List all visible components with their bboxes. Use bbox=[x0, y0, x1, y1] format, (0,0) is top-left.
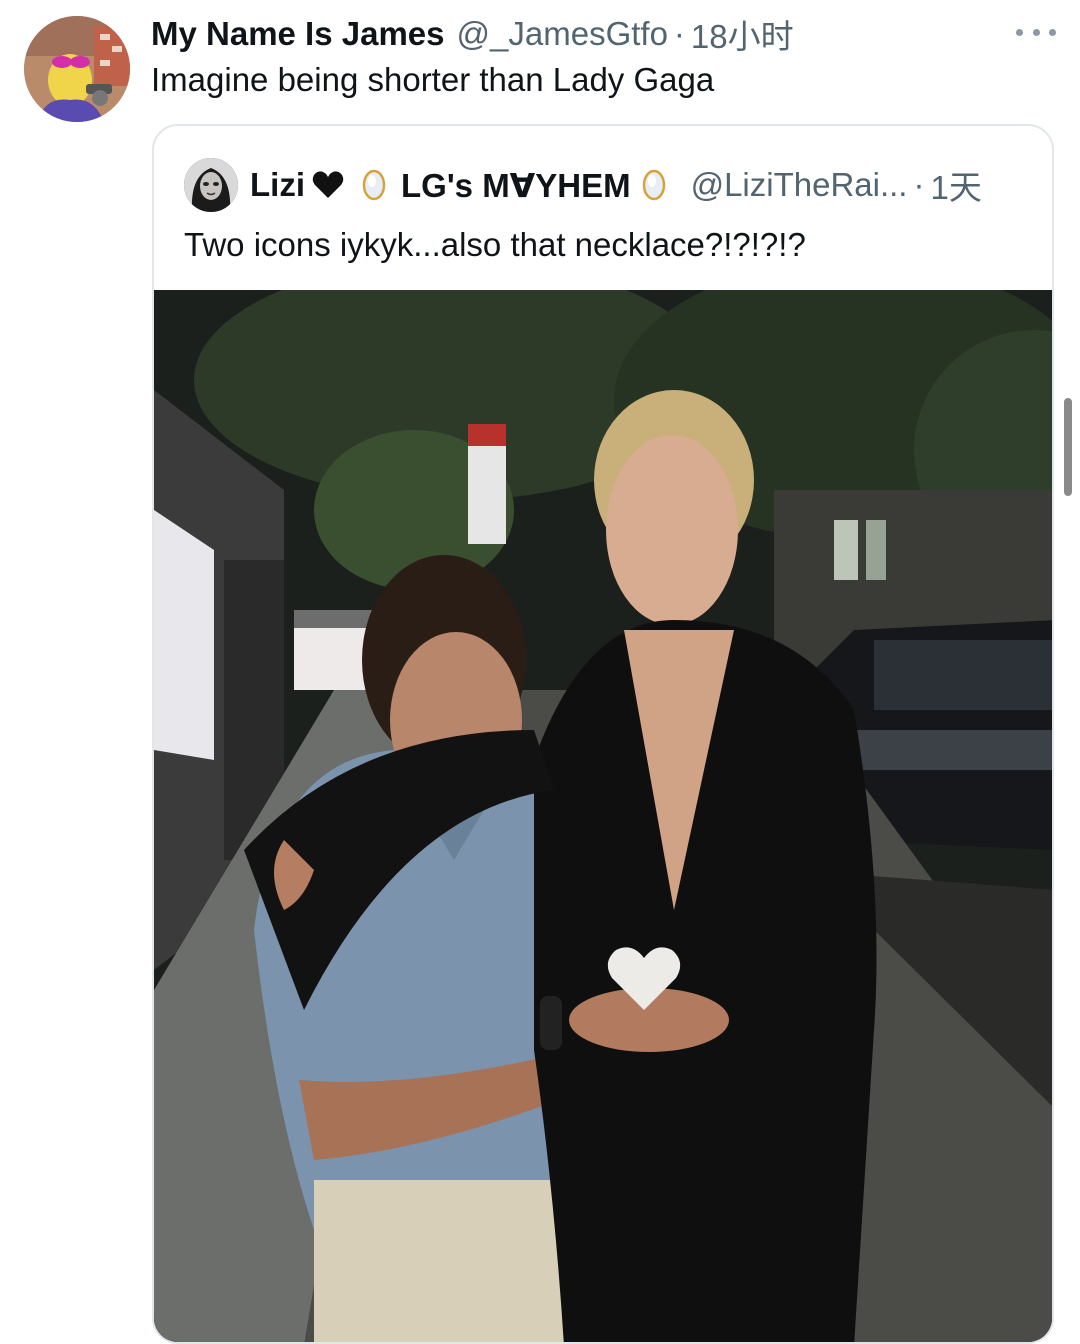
quoted-display-name-suffix[interactable]: LG's M∀YHEM bbox=[401, 166, 631, 205]
more-options-icon[interactable] bbox=[1016, 18, 1056, 46]
quoted-tweet-header: Lizi LG's M∀YHEM @LiziTheRai... · 1天 bbox=[250, 162, 1032, 208]
tweet-text: Imagine being shorter than Lady Gaga bbox=[151, 61, 715, 98]
quoted-handle[interactable]: @LiziTheRai... bbox=[691, 166, 908, 204]
quoted-tweet-text: Two icons iykyk...also that necklace?!?!… bbox=[184, 226, 806, 263]
quoted-display-name[interactable]: Lizi bbox=[250, 166, 305, 204]
moonstone-icon bbox=[637, 168, 671, 202]
black-heart-icon bbox=[311, 168, 345, 202]
more-dot bbox=[1049, 28, 1056, 36]
quoted-author-avatar[interactable] bbox=[184, 158, 238, 212]
scrollbar[interactable] bbox=[1064, 398, 1072, 496]
photo-image bbox=[154, 290, 1052, 1342]
author-handle[interactable]: @_JamesGtfo bbox=[457, 15, 668, 53]
moonstone-icon bbox=[357, 168, 391, 202]
quoted-tweet-card[interactable]: Lizi LG's M∀YHEM @LiziTheRai... · 1天 Two… bbox=[152, 124, 1054, 1344]
tweet-header: My Name Is James @_JamesGtfo · 18小时 bbox=[151, 12, 1000, 56]
tweet-timestamp[interactable]: 18小时 bbox=[691, 10, 794, 58]
author-display-name[interactable]: My Name Is James bbox=[151, 15, 445, 53]
more-dot bbox=[1016, 28, 1023, 36]
quoted-avatar-image bbox=[184, 158, 238, 212]
separator-dot: · bbox=[673, 15, 685, 52]
quoted-tweet-photo[interactable] bbox=[154, 290, 1052, 1342]
separator-dot: · bbox=[913, 166, 925, 203]
quoted-timestamp[interactable]: 1天 bbox=[930, 161, 981, 209]
author-avatar[interactable] bbox=[24, 16, 130, 122]
avatar-image bbox=[24, 16, 130, 122]
more-dot bbox=[1032, 28, 1040, 36]
